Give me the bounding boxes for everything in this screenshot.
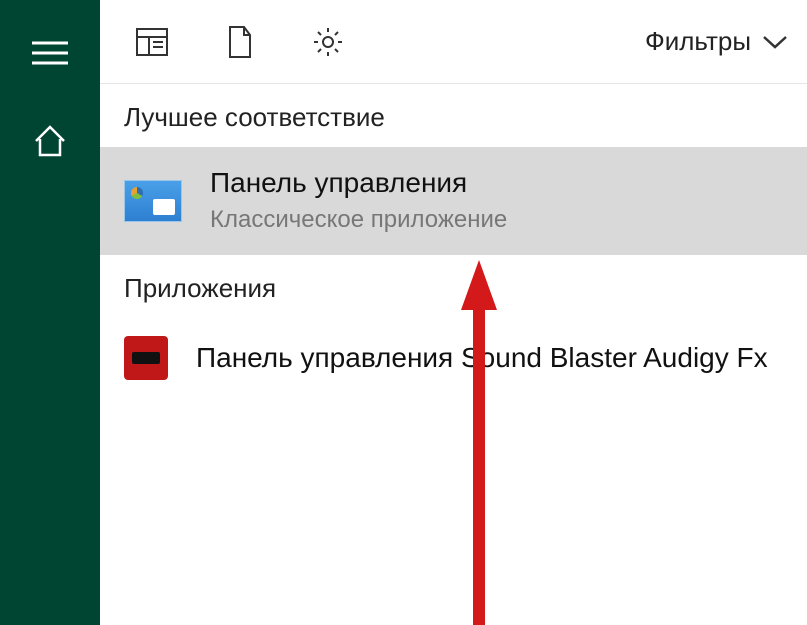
section-header-best-match: Лучшее соответствие xyxy=(100,84,807,147)
result-title: Панель управления Sound Blaster Audigy F… xyxy=(196,340,768,376)
search-results-panel: Фильтры Лучшее соответствие Панель управ… xyxy=(100,0,807,625)
sound-blaster-icon xyxy=(124,336,168,380)
toolbar: Фильтры xyxy=(100,0,807,84)
gear-icon xyxy=(311,25,345,59)
results-content: Лучшее соответствие Панель управления Кл… xyxy=(100,84,807,625)
filters-label: Фильтры xyxy=(645,26,751,57)
home-button[interactable] xyxy=(0,106,100,176)
result-subtitle: Классическое приложение xyxy=(210,203,507,237)
control-panel-icon xyxy=(124,179,182,223)
hamburger-menu-button[interactable] xyxy=(0,18,100,88)
documents-filter-button[interactable] xyxy=(220,22,260,62)
settings-filter-button[interactable] xyxy=(308,22,348,62)
home-icon xyxy=(32,123,68,159)
toolbar-filter-icons xyxy=(112,22,348,62)
document-icon xyxy=(226,25,254,59)
result-text: Панель управления Sound Blaster Audigy F… xyxy=(196,340,768,376)
apps-filter-button[interactable] xyxy=(132,22,172,62)
left-navigation-rail xyxy=(0,0,100,625)
result-control-panel[interactable]: Панель управления Классическое приложени… xyxy=(100,147,807,255)
filters-dropdown[interactable]: Фильтры xyxy=(645,26,789,57)
hamburger-icon xyxy=(30,39,70,67)
result-text: Панель управления Классическое приложени… xyxy=(210,165,507,237)
apps-window-icon xyxy=(135,27,169,57)
result-title: Панель управления xyxy=(210,165,507,201)
chevron-down-icon xyxy=(761,34,789,50)
section-header-apps: Приложения xyxy=(100,255,807,318)
result-sound-blaster[interactable]: Панель управления Sound Blaster Audigy F… xyxy=(100,318,807,398)
